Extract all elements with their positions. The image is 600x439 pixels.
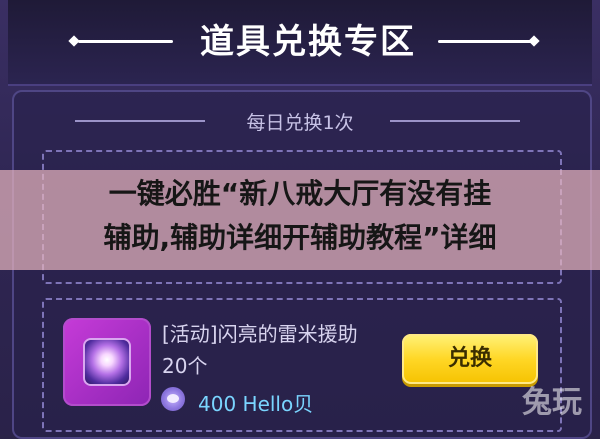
header-decor-diamond-left [68, 35, 79, 46]
item-price: 400 Hello贝 [198, 388, 313, 417]
gem-icon [85, 340, 129, 384]
panel-header: 道具兑换专区 [8, 0, 592, 86]
banner-line-1: 一键必胜“新八戒大厅有没有挂 [0, 172, 600, 216]
banner-text: 一键必胜“新八戒大厅有没有挂 辅助,辅助详细开辅助教程”详细 [0, 172, 600, 260]
page-title: 道具兑换专区 [178, 14, 438, 63]
watermark-logo: 兔玩 [522, 377, 582, 421]
header-decor-line-left [78, 40, 173, 43]
header-decor-line-right [438, 40, 533, 43]
subtitle-decor-right [390, 120, 520, 122]
item-count: 20个 [162, 350, 207, 379]
header-decor-diamond-right [528, 35, 539, 46]
subtitle-decor-left [75, 120, 205, 122]
item-name: [活动]闪亮的雷米援助 [162, 318, 358, 347]
exchange-button[interactable]: 兑换 [402, 334, 538, 384]
banner-line-2: 辅助,辅助详细开辅助教程”详细 [0, 216, 600, 260]
hello-coin-icon [161, 387, 185, 411]
section-subtitle: 每日兑换1次 [200, 108, 400, 135]
item-thumbnail [63, 318, 151, 406]
coin-face [167, 394, 179, 403]
